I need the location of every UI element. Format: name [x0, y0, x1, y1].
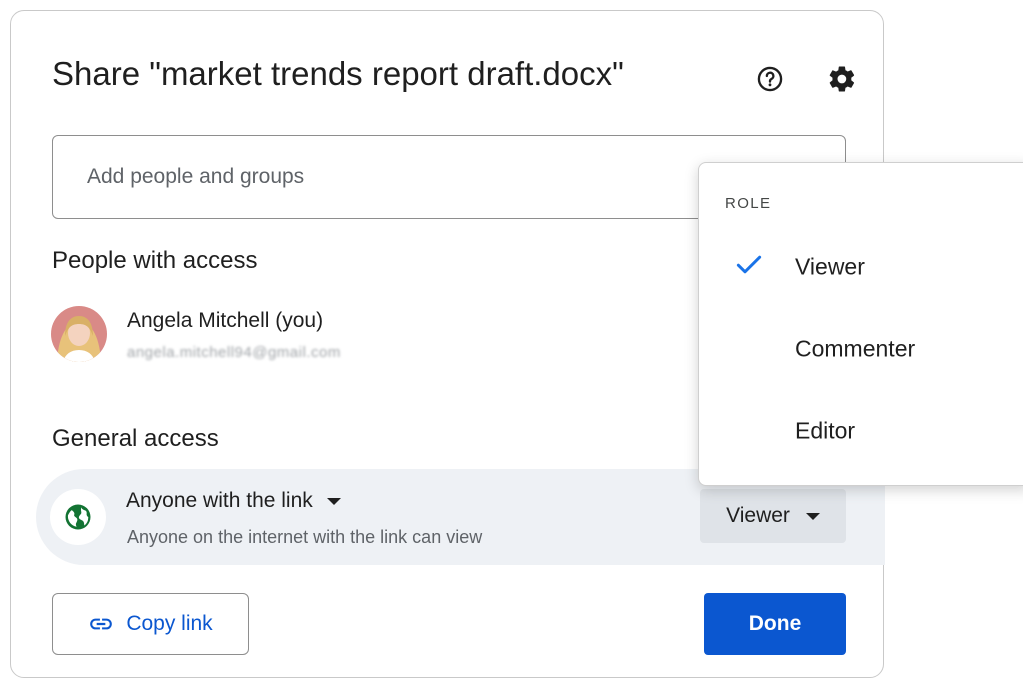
role-dropdown-label: Viewer	[726, 504, 790, 527]
role-menu: ROLE Viewer Commenter Editor	[698, 162, 1023, 486]
link-scope-description: Anyone on the internet with the link can…	[127, 527, 483, 547]
globe-badge	[50, 489, 106, 545]
chevron-down-icon	[805, 512, 820, 520]
copy-link-label: Copy link	[126, 612, 213, 635]
done-button[interactable]: Done	[704, 593, 846, 655]
chevron-down-icon	[326, 497, 341, 505]
stage: Share "market trends report draft.docx" …	[0, 0, 1023, 681]
role-option-label: Viewer	[795, 253, 865, 280]
role-option-viewer[interactable]: Viewer	[699, 235, 1023, 299]
avatar	[51, 306, 107, 362]
check-icon	[733, 249, 765, 286]
link-scope-label: Anyone with the link	[126, 489, 313, 512]
role-option-label: Commenter	[795, 335, 916, 362]
gear-icon[interactable]	[822, 59, 862, 99]
user-name: Angela Mitchell (you)	[127, 309, 324, 332]
role-option-editor[interactable]: Editor	[699, 399, 1023, 463]
copy-link-button[interactable]: Copy link	[52, 593, 249, 655]
role-option-label: Editor	[795, 417, 856, 444]
dialog-title: Share "market trends report draft.docx"	[52, 55, 624, 92]
people-with-access-heading: People with access	[52, 247, 258, 274]
user-email: angela.mitchell94@gmail.com	[127, 344, 341, 361]
role-option-commenter[interactable]: Commenter	[699, 317, 1023, 381]
general-access-heading: General access	[52, 425, 219, 452]
help-circle-icon[interactable]	[750, 59, 790, 99]
link-scope-dropdown[interactable]: Anyone with the link	[126, 489, 341, 513]
role-menu-heading: ROLE	[725, 195, 772, 212]
link-icon	[90, 618, 113, 630]
globe-icon	[65, 504, 91, 530]
role-dropdown-button[interactable]: Viewer	[700, 489, 846, 543]
